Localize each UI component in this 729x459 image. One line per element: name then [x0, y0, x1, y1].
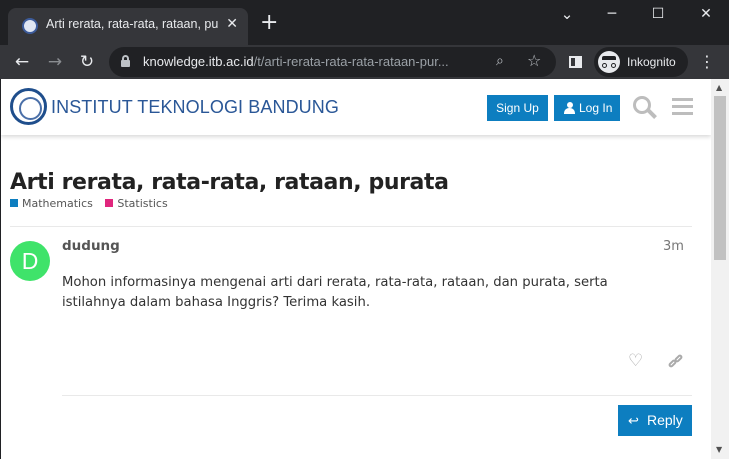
scroll-up-arrow-icon[interactable]: ▲	[716, 83, 722, 92]
post-divider	[10, 226, 692, 227]
reload-icon[interactable]: ↻	[75, 50, 99, 74]
back-arrow-icon[interactable]: ←	[10, 50, 34, 74]
search-icon[interactable]: ⌕	[496, 53, 504, 69]
url-path: /t/arti-rerata-rata-rata-rataan-pur...	[253, 54, 449, 69]
address-bar[interactable]: knowledge.itb.ac.id/t/arti-rerata-rata-r…	[109, 47, 556, 77]
post-username[interactable]: dudung	[62, 238, 120, 254]
reply-arrow-icon: ↩	[628, 413, 639, 428]
side-panel-icon[interactable]	[563, 50, 587, 74]
site-search-icon[interactable]	[633, 96, 657, 120]
forward-arrow-icon[interactable]: →	[43, 50, 67, 74]
hamburger-menu-icon[interactable]	[672, 98, 693, 116]
avatar[interactable]: D	[10, 241, 50, 281]
category-color-swatch	[105, 199, 114, 207]
page-viewport: INSTITUT TEKNOLOGI BANDUNG Sign Up Log I…	[1, 79, 711, 459]
url-host: knowledge.itb.ac.id	[143, 54, 254, 69]
log-in-button[interactable]: Log In	[554, 95, 620, 121]
tab-title: Arti rerata, rata-rata, rataan, purata	[46, 17, 218, 31]
reply-button[interactable]: ↩ Reply	[618, 405, 692, 436]
category-label: Mathematics	[22, 197, 93, 210]
site-logo-text[interactable]: INSTITUT TEKNOLOGI BANDUNG	[51, 97, 339, 118]
link-icon[interactable]	[667, 353, 686, 371]
category-statistics[interactable]: Statistics	[105, 197, 168, 210]
incognito-profile-button[interactable]: Inkognito	[594, 47, 688, 77]
new-tab-button[interactable]: +	[260, 12, 278, 34]
scroll-down-arrow-icon[interactable]: ▼	[716, 445, 722, 454]
tab-strip: Arti rerata, rata-rata, rataan, purata ✕…	[0, 0, 729, 45]
browser-tab[interactable]: Arti rerata, rata-rata, rataan, purata ✕	[8, 8, 248, 45]
user-icon	[564, 102, 575, 114]
topic-categories: Mathematics Statistics	[10, 197, 177, 211]
itb-logo-icon[interactable]	[10, 88, 47, 125]
incognito-icon	[598, 51, 620, 73]
topic-title[interactable]: Arti rerata, rata-rata, rataan, purata	[10, 170, 449, 195]
tab-search-chevron-icon[interactable]: ⌄	[544, 5, 590, 23]
post-divider	[62, 395, 692, 396]
close-window-button[interactable]: ✕	[683, 6, 729, 22]
heart-icon[interactable]: ♡	[628, 353, 643, 370]
star-icon[interactable]: ☆	[527, 51, 541, 70]
tab-close-icon[interactable]: ✕	[226, 16, 238, 32]
reply-label: Reply	[647, 412, 683, 428]
page-scrollbar[interactable]: ▲ ▼	[711, 79, 729, 459]
kebab-menu-icon[interactable]: ⋮	[695, 50, 719, 74]
site-favicon-icon	[22, 18, 38, 34]
url-text[interactable]: knowledge.itb.ac.id/t/arti-rerata-rata-r…	[143, 54, 473, 69]
minimize-button[interactable]: ─	[589, 6, 635, 22]
post-body: Mohon informasinya mengenai arti dari re…	[62, 275, 608, 310]
lock-icon[interactable]	[121, 55, 130, 67]
scrollbar-thumb[interactable]	[714, 96, 726, 260]
post-timestamp[interactable]: 3m	[663, 239, 684, 254]
incognito-label: Inkognito	[627, 55, 676, 69]
log-in-label: Log In	[579, 101, 613, 115]
sign-up-button[interactable]: Sign Up	[487, 95, 548, 121]
maximize-button[interactable]: ☐	[635, 6, 681, 22]
category-mathematics[interactable]: Mathematics	[10, 197, 93, 210]
browser-toolbar: ← → ↻ knowledge.itb.ac.id/t/arti-rerata-…	[0, 45, 729, 79]
category-label: Statistics	[117, 197, 168, 210]
category-color-swatch	[10, 199, 18, 207]
site-header: INSTITUT TEKNOLOGI BANDUNG Sign Up Log I…	[1, 79, 711, 135]
